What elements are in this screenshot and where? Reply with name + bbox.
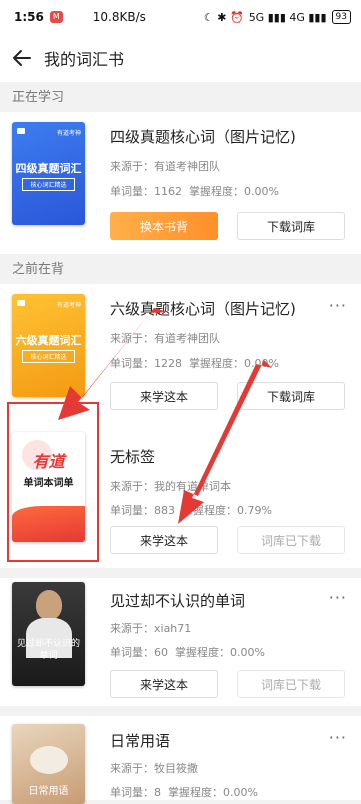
book-title: 四级真题核心词（图片记忆) (110, 128, 296, 146)
book-stats: 单词量：883 掌握程度：0.79% (110, 502, 272, 518)
status-bar: 1:56 M 10.8KB/s ☾ ✱ ⏰ 5G ▮▮▮ 4G ▮▮▮ 93 (0, 0, 361, 34)
network-speed: 10.8KB/s (92, 10, 146, 24)
source-label: 来源于： (110, 480, 154, 493)
book-cover-cet4[interactable]: 有道考神 四级真题词汇 核心词汇精选 (12, 122, 85, 225)
book-cover-daily-phrases[interactable]: 日常用语 (12, 724, 85, 804)
mastery-label: 掌握程度： (189, 357, 244, 370)
change-book-button[interactable]: 换本书背 (110, 212, 218, 240)
count-value: 883 (154, 504, 175, 517)
more-options-icon[interactable]: ··· (329, 296, 347, 315)
person-head (36, 590, 62, 620)
mastery-value: 0.00% (244, 185, 279, 198)
cover-title: 日常用语 (28, 786, 69, 797)
count-value: 8 (154, 786, 161, 799)
book-title: 六级真题核心词（图片记忆) (110, 300, 296, 318)
book-stats: 单词量：1162 掌握程度：0.00% (110, 183, 279, 199)
signal-icon: 5G ▮▮▮ 4G ▮▮▮ (248, 10, 327, 24)
source-value: 我的有道单词本 (154, 480, 231, 493)
count-label: 单词量： (110, 504, 154, 517)
book-source: 来源于：我的有道单词本 (110, 478, 231, 494)
battery-icon: 93 (331, 10, 351, 24)
app-header: 我的词汇书 (0, 34, 361, 82)
source-value: 有道考神团队 (154, 332, 220, 345)
logo-icon (17, 300, 25, 306)
source-value: 牧目筱撒 (154, 762, 198, 775)
cover-subtitle: 核心词汇精选 (22, 178, 75, 191)
book-stats: 单词量：1228 掌握程度：0.00% (110, 355, 279, 371)
book-source: 来源于：牧目筱撒 (110, 760, 198, 776)
cover-title: 见过却不认识的单词 (16, 639, 80, 661)
source-label: 来源于： (110, 762, 154, 775)
mastery-label: 掌握程度： (189, 185, 244, 198)
mastery-value: 0.00% (244, 357, 279, 370)
mastery-value: 0.79% (237, 504, 272, 517)
downloaded-button[interactable]: 词库已下载 (237, 670, 345, 698)
source-label: 来源于： (110, 622, 154, 635)
mastery-label: 掌握程度： (168, 786, 223, 799)
count-label: 单词量： (110, 185, 154, 198)
download-button[interactable]: 下载词库 (237, 212, 345, 240)
status-time: 1:56 (14, 10, 44, 24)
count-value: 1228 (154, 357, 182, 370)
cover-tag: 有道考神 (56, 302, 81, 309)
download-button[interactable]: 下载词库 (237, 382, 345, 410)
mastery-value: 0.00% (230, 646, 265, 659)
cover-subtitle: 核心词汇精选 (22, 350, 75, 363)
book-source: 来源于：有道考神团队 (110, 330, 220, 346)
count-label: 单词量： (110, 357, 154, 370)
mastery-value: 0.00% (223, 786, 258, 799)
book-title: 日常用语 (110, 732, 171, 750)
back-button[interactable] (0, 34, 44, 82)
cover-title: 六级真题词汇 (15, 334, 82, 347)
more-options-icon[interactable]: ··· (329, 588, 347, 607)
source-label: 来源于： (110, 332, 154, 345)
book-title: 无标签 (110, 448, 156, 466)
book-card-cet6[interactable]: 有道考神 六级真题词汇 核心词汇精选 六级真题核心词（图片记忆) ··· 来源于… (0, 284, 361, 414)
cover-tag: 有道考神 (56, 130, 81, 137)
book-source: 来源于：xiah71 (110, 620, 191, 636)
count-label: 单词量： (110, 786, 154, 799)
book-stats: 单词量：8 掌握程度：0.00% (110, 784, 258, 800)
count-value: 60 (154, 646, 168, 659)
section-previous-label: 之前在背 (0, 256, 361, 284)
source-label: 来源于： (110, 160, 154, 173)
status-icons: ☾ ✱ ⏰ (203, 10, 244, 24)
book-title: 见过却不认识的单词 (110, 592, 246, 610)
cover-title: 四级真题词汇 (15, 162, 82, 175)
book-card-unknown-words[interactable]: 见过却不认识的单词 见过却不认识的单词 ··· 来源于：xiah71 单词量：6… (0, 578, 361, 706)
book-card-daily-phrases[interactable]: 日常用语 日常用语 ··· 来源于：牧目筱撒 单词量：8 掌握程度：0.00% (0, 716, 361, 804)
count-label: 单词量： (110, 646, 154, 659)
cat-shape (30, 746, 68, 774)
highlight-box (7, 402, 99, 562)
mastery-label: 掌握程度： (182, 504, 237, 517)
section-current-label: 正在学习 (0, 84, 361, 112)
more-options-icon[interactable]: ··· (329, 728, 347, 747)
learn-this-button[interactable]: 来学这本 (110, 670, 218, 698)
learn-this-button[interactable]: 来学这本 (110, 382, 218, 410)
logo-icon (17, 128, 25, 134)
count-value: 1162 (154, 185, 182, 198)
book-stats: 单词量：60 掌握程度：0.00% (110, 644, 265, 660)
learn-this-button[interactable]: 来学这本 (110, 526, 218, 554)
source-value: 有道考神团队 (154, 160, 220, 173)
mastery-label: 掌握程度： (175, 646, 230, 659)
downloaded-button[interactable]: 词库已下载 (237, 526, 345, 554)
book-cover-cet6[interactable]: 有道考神 六级真题词汇 核心词汇精选 (12, 294, 85, 397)
back-arrow-icon (13, 50, 31, 66)
book-card-cet4[interactable]: 有道考神 四级真题词汇 核心词汇精选 四级真题核心词（图片记忆) 来源于：有道考… (0, 112, 361, 254)
book-cover-unknown-words[interactable]: 见过却不认识的单词 (12, 582, 85, 686)
book-source: 来源于：有道考神团队 (110, 158, 220, 174)
source-value: xiah71 (154, 622, 192, 635)
notification-badge: M (49, 11, 63, 23)
page-title: 我的词汇书 (44, 50, 125, 69)
